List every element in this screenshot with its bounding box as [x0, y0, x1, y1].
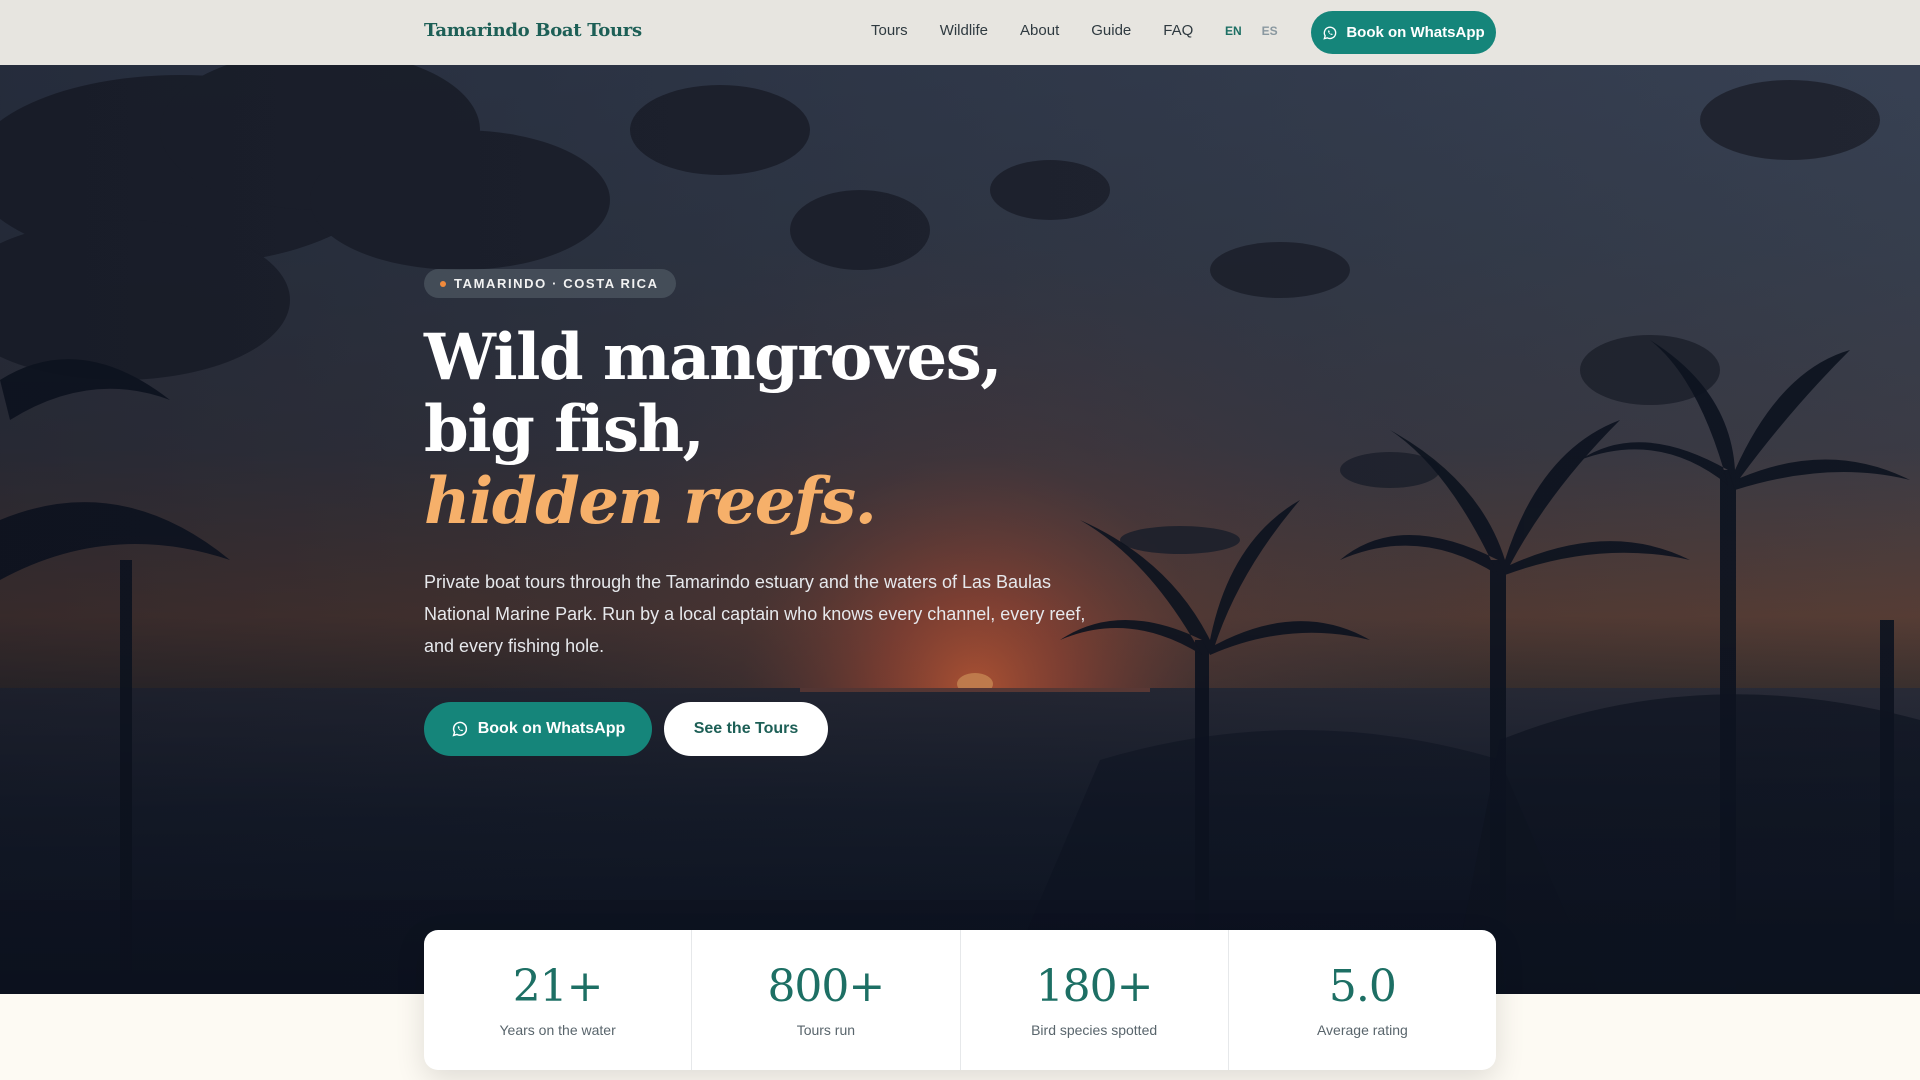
nav-tours[interactable]: Tours [871, 22, 908, 39]
header-whatsapp-button[interactable]: Book on WhatsApp [1311, 11, 1496, 54]
stat-tours: 800+ Tours run [692, 930, 961, 1070]
badge-dot [440, 281, 446, 287]
hero-headline-main: Wild mangroves, big fish, [424, 320, 1003, 467]
stat-birds: 180+ Bird species spotted [961, 930, 1229, 1070]
whatsapp-icon [451, 720, 469, 738]
nav-guide[interactable]: Guide [1091, 22, 1131, 39]
hero-headline-accent: hidden reefs. [424, 464, 877, 539]
hero-description: Private boat tours through the Tamarindo… [424, 572, 1086, 656]
stat-value: 21+ [512, 961, 604, 1012]
hero-headline: Wild mangroves, big fish, hidden reefs. [424, 322, 1124, 538]
whatsapp-icon [1322, 25, 1338, 41]
hero-whatsapp-label: Book on WhatsApp [477, 720, 626, 737]
brand-logo[interactable]: Tamarindo Boat Tours [424, 20, 642, 41]
stat-value: 180+ [1035, 961, 1154, 1012]
lang-es[interactable]: ES [1262, 24, 1278, 38]
lang-en[interactable]: EN [1225, 24, 1242, 38]
main-nav: Tours Wildlife About Guide FAQ [871, 22, 1193, 39]
header-whatsapp-label: Book on WhatsApp [1346, 24, 1485, 41]
stat-rating: 5.0 Average rating [1229, 930, 1496, 1070]
see-tours-button[interactable]: See the Tours [664, 702, 828, 756]
stat-label: Average rating [1316, 1022, 1408, 1038]
site-header: Tamarindo Boat Tours Tours Wildlife Abou… [0, 0, 1920, 65]
nav-faq[interactable]: FAQ [1163, 22, 1193, 39]
stats-card: 21+ Years on the water 800+ Tours run 18… [424, 930, 1496, 1070]
stat-years: 21+ Years on the water [424, 930, 693, 1070]
nav-wildlife[interactable]: Wildlife [940, 22, 988, 39]
nav-about[interactable]: About [1020, 22, 1059, 39]
stat-label: Tours run [796, 1022, 856, 1038]
stat-label: Bird species spotted [1031, 1022, 1158, 1038]
location-badge-text: TAMARINDO · COSTA RICA [454, 276, 659, 291]
hero-whatsapp-button[interactable]: Book on WhatsApp [424, 702, 652, 756]
location-badge: TAMARINDO · COSTA RICA [424, 269, 676, 298]
stat-value: 800+ [767, 961, 885, 1012]
stat-value: 5.0 [1328, 961, 1397, 1012]
stat-label: Years on the water [499, 1022, 616, 1038]
language-switcher: EN ES [1225, 24, 1278, 38]
